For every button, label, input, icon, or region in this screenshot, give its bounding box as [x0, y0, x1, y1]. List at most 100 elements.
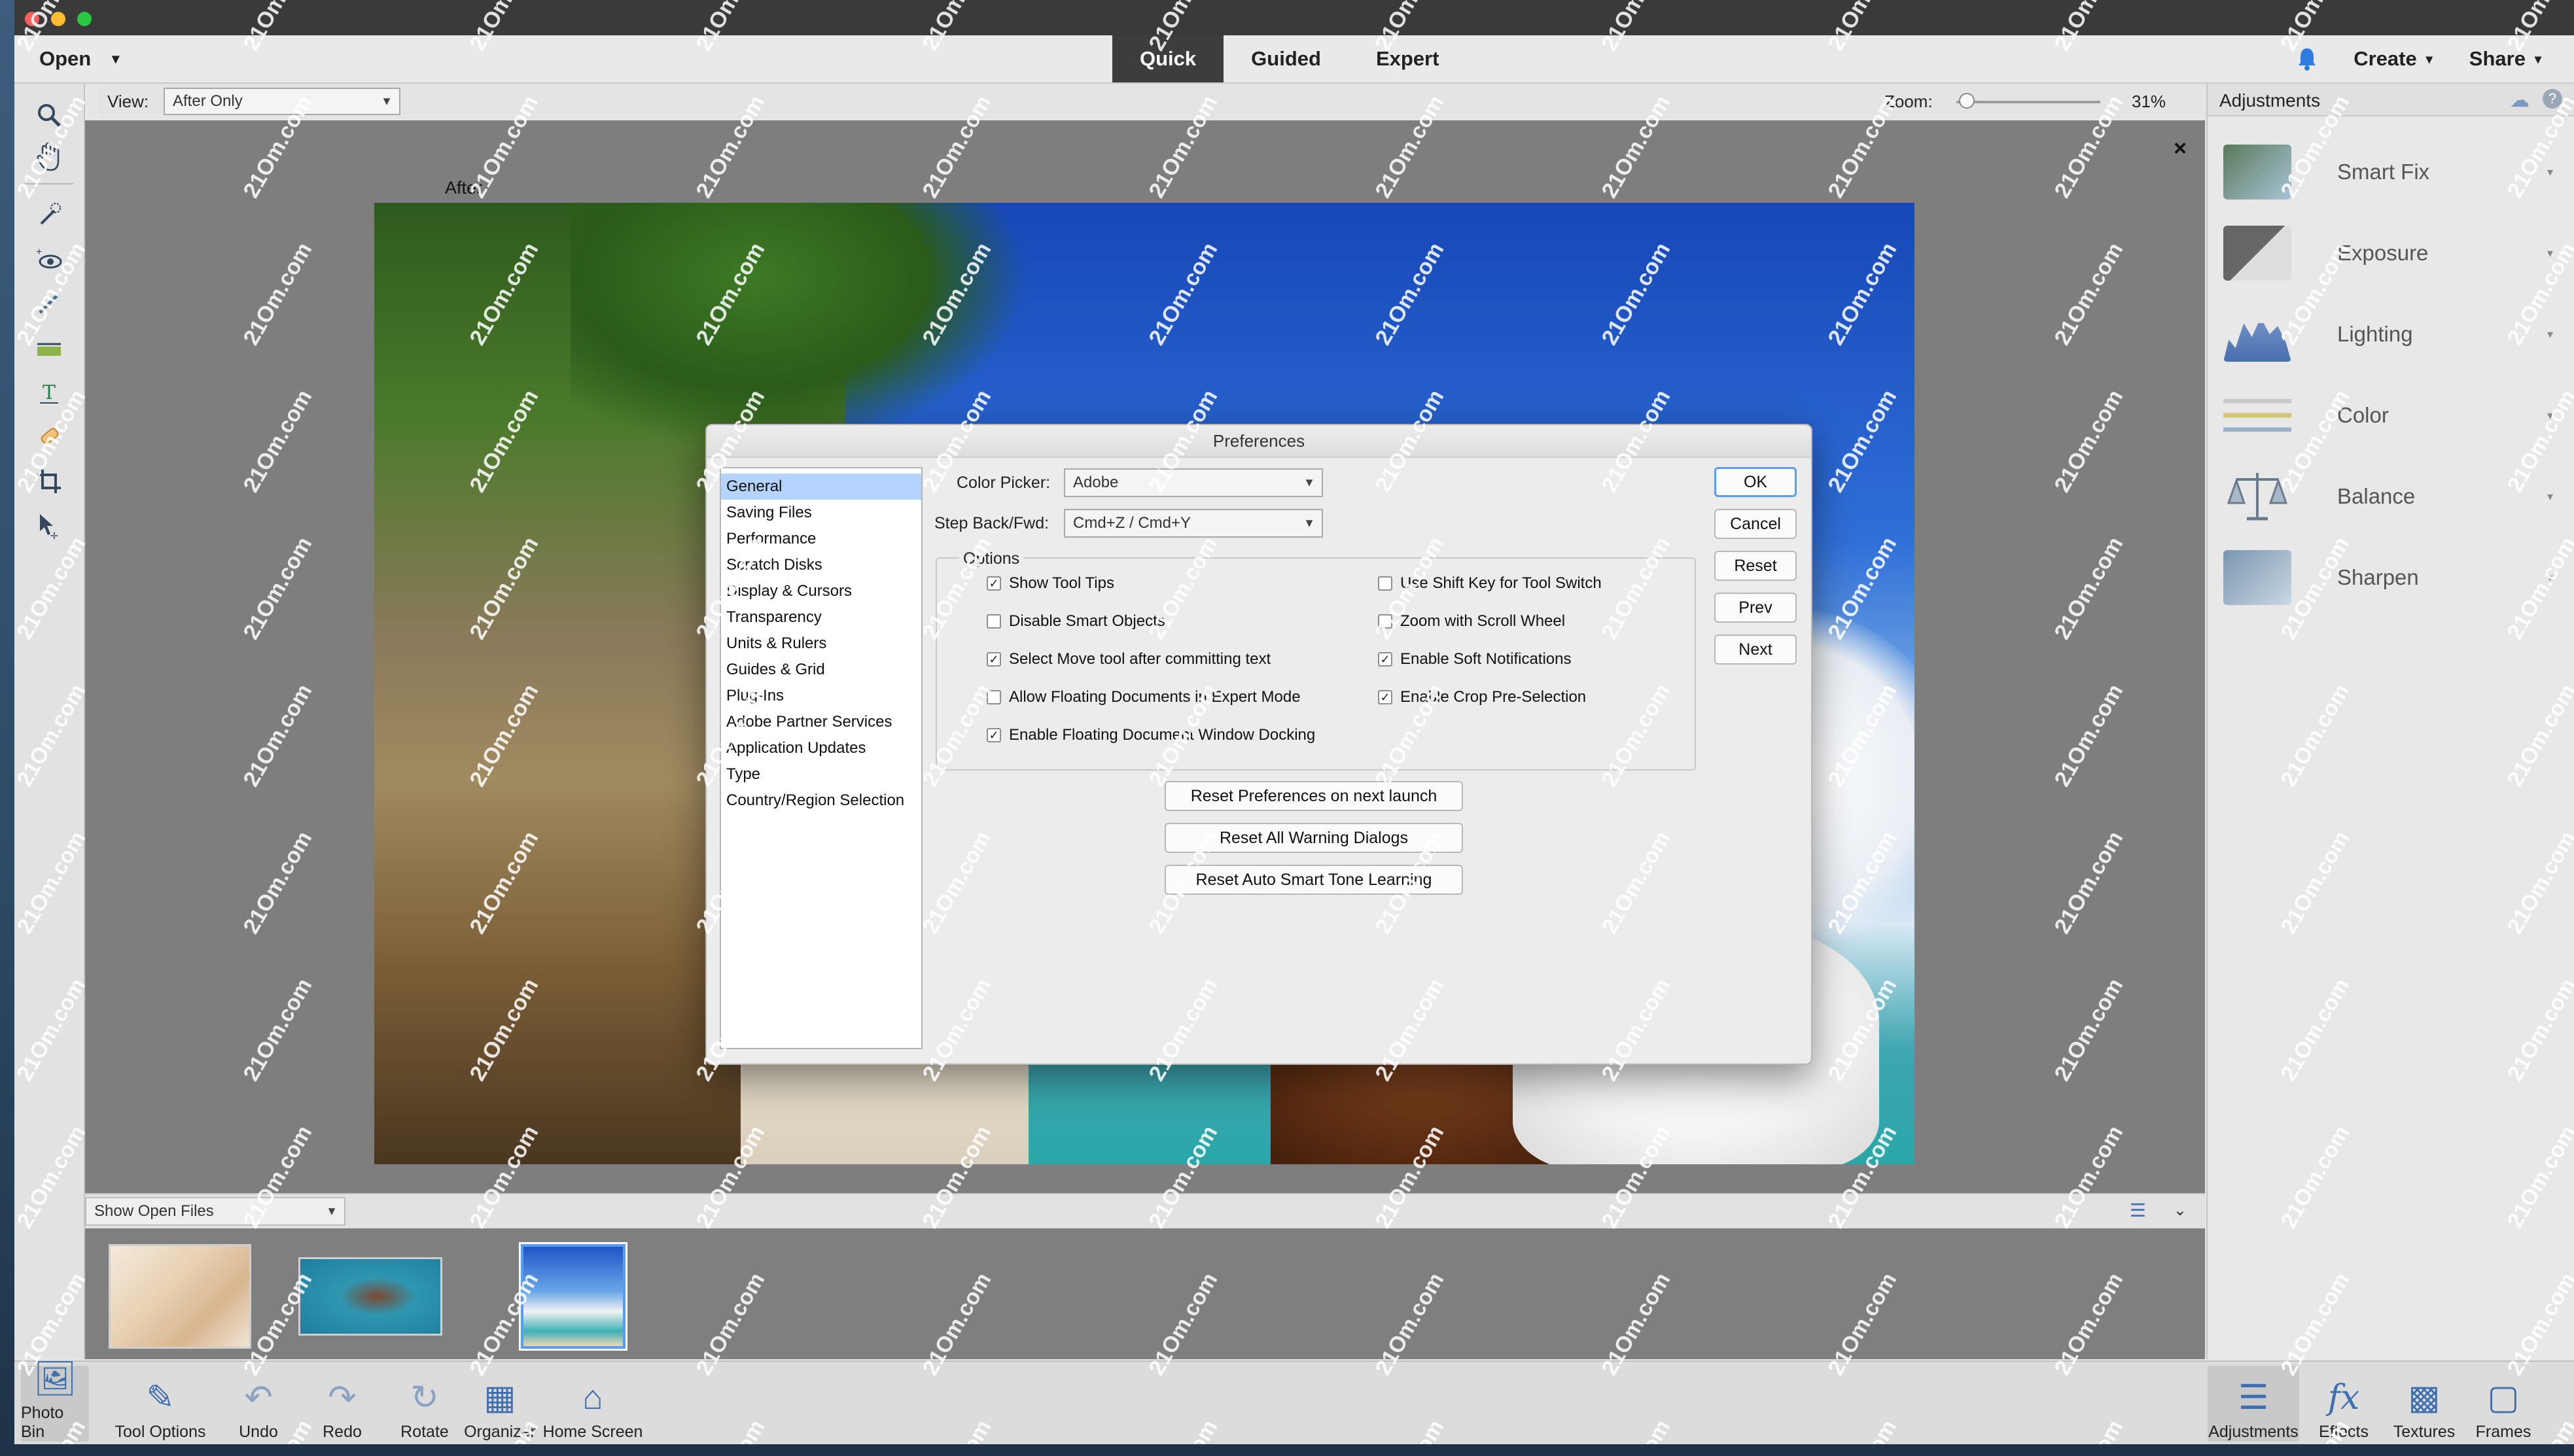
- adjustment-label: Exposure: [2337, 241, 2429, 265]
- checkbox[interactable]: [1378, 576, 1392, 591]
- move-tool-icon[interactable]: ✛: [29, 508, 69, 544]
- category-application-updates[interactable]: Application Updates: [721, 735, 921, 761]
- notification-bell-icon[interactable]: [2297, 47, 2317, 71]
- adjustments-button[interactable]: ☰ Adjustments: [2208, 1366, 2299, 1442]
- cancel-button[interactable]: Cancel: [1714, 509, 1797, 539]
- thumbnail-pool[interactable]: [298, 1257, 442, 1336]
- category-general[interactable]: General: [721, 474, 921, 500]
- checkbox[interactable]: ✓: [987, 576, 1001, 591]
- checkbox[interactable]: ✓: [987, 728, 1001, 742]
- option-crop-pre-selection[interactable]: ✓ Enable Crop Pre-Selection: [1378, 688, 1586, 706]
- adjustment-lighting[interactable]: Lighting ▾: [2223, 298, 2564, 370]
- adjustment-balance[interactable]: Balance ▾: [2223, 460, 2564, 532]
- open-button[interactable]: Open ▾: [39, 44, 119, 73]
- category-performance[interactable]: Performance: [721, 526, 921, 552]
- view-select[interactable]: After Only ▼: [164, 88, 400, 115]
- textures-button[interactable]: ▩ Textures: [2389, 1366, 2459, 1442]
- maximize-window-button[interactable]: [77, 12, 92, 26]
- zoom-tool-icon[interactable]: [29, 97, 69, 133]
- option-enable-floating-docking[interactable]: ✓ Enable Floating Document Window Dockin…: [987, 726, 1315, 744]
- share-button[interactable]: Share ▾: [2469, 47, 2541, 71]
- prev-button[interactable]: Prev: [1714, 593, 1797, 623]
- next-button[interactable]: Next: [1714, 634, 1797, 665]
- effects-button[interactable]: fx Effects: [2314, 1366, 2374, 1442]
- zoom-slider[interactable]: [1956, 93, 2100, 109]
- category-display-cursors[interactable]: Display & Cursors: [721, 578, 921, 604]
- adjustment-exposure[interactable]: Exposure ▾: [2223, 217, 2564, 289]
- frames-button[interactable]: ▢ Frames: [2472, 1366, 2535, 1442]
- category-transparency[interactable]: Transparency: [721, 604, 921, 631]
- adjustment-sharpen[interactable]: Sharpen ▾: [2223, 542, 2564, 614]
- red-eye-tool-icon[interactable]: +: [29, 241, 69, 277]
- color-picker-select[interactable]: Adobe ▼: [1064, 468, 1323, 497]
- type-tool-icon[interactable]: T: [29, 374, 69, 411]
- reset-warning-dialogs-button[interactable]: Reset All Warning Dialogs: [1165, 823, 1463, 853]
- help-icon[interactable]: ?: [2543, 89, 2562, 109]
- option-soft-notifications[interactable]: ✓ Enable Soft Notifications: [1378, 650, 1571, 668]
- button-label: Effects: [2319, 1423, 2369, 1441]
- canvas-area: After × Preferences General Saving Files…: [85, 120, 2205, 1193]
- color-icon: [2223, 388, 2291, 443]
- category-units-rulers[interactable]: Units & Rulers: [721, 631, 921, 657]
- chevron-down-icon: ▾: [2547, 246, 2553, 260]
- chevron-down-icon[interactable]: ⌄: [2174, 1201, 2187, 1220]
- show-open-files-value: Show Open Files: [94, 1202, 214, 1220]
- quick-selection-tool-icon[interactable]: [29, 196, 69, 233]
- option-zoom-scroll-wheel[interactable]: Zoom with Scroll Wheel: [1378, 612, 1565, 631]
- crop-tool-icon[interactable]: [29, 463, 69, 500]
- category-adobe-partner-services[interactable]: Adobe Partner Services: [721, 709, 921, 735]
- checkbox[interactable]: ✓: [1378, 690, 1392, 704]
- redo-button[interactable]: ↷ Redo: [314, 1366, 370, 1442]
- thumbnail-beach-selected[interactable]: [519, 1242, 627, 1351]
- category-type[interactable]: Type: [721, 761, 921, 788]
- option-disable-smart-objects[interactable]: Disable Smart Objects: [987, 612, 1165, 631]
- checkbox[interactable]: ✓: [1378, 652, 1392, 667]
- straighten-tool-icon[interactable]: [29, 330, 69, 366]
- close-window-button[interactable]: [25, 12, 39, 26]
- checkbox[interactable]: [987, 614, 1001, 629]
- checkbox[interactable]: [1378, 614, 1392, 629]
- checkbox[interactable]: ✓: [987, 652, 1001, 667]
- step-back-fwd-label: Step Back/Fwd:: [934, 514, 1049, 532]
- ok-button[interactable]: OK: [1714, 467, 1797, 497]
- category-saving-files[interactable]: Saving Files: [721, 500, 921, 526]
- option-select-move-tool[interactable]: ✓ Select Move tool after committing text: [987, 650, 1271, 668]
- thumbnail-portrait[interactable]: [109, 1244, 251, 1349]
- spot-healing-tool-icon[interactable]: [29, 419, 69, 455]
- adjustment-color[interactable]: Color ▾: [2223, 379, 2564, 451]
- reset-preferences-button[interactable]: Reset Preferences on next launch: [1165, 781, 1463, 811]
- tab-quick[interactable]: Quick: [1112, 35, 1224, 82]
- bin-options-icon[interactable]: ☰: [2130, 1200, 2146, 1221]
- tool-options-button[interactable]: ✎ Tool Options: [111, 1366, 209, 1442]
- organizer-button[interactable]: ▦ Organizer: [457, 1366, 543, 1442]
- after-label: After: [445, 178, 483, 198]
- step-back-fwd-select[interactable]: Cmd+Z / Cmd+Y ▼: [1064, 509, 1323, 538]
- cloud-icon[interactable]: ☁: [2510, 89, 2530, 112]
- category-country-region[interactable]: Country/Region Selection: [721, 788, 921, 814]
- option-shift-key-tool-switch[interactable]: Use Shift Key for Tool Switch: [1378, 574, 1602, 593]
- show-open-files-select[interactable]: Show Open Files ▼: [85, 1197, 345, 1226]
- close-icon[interactable]: ×: [2174, 136, 2187, 162]
- option-allow-floating-documents[interactable]: Allow Floating Documents in Expert Mode: [987, 688, 1301, 706]
- hand-tool-icon[interactable]: [29, 139, 69, 175]
- reset-button[interactable]: Reset: [1714, 551, 1797, 581]
- category-plug-ins[interactable]: Plug-Ins: [721, 683, 921, 709]
- category-guides-grid[interactable]: Guides & Grid: [721, 657, 921, 683]
- adjustment-smart-fix[interactable]: Smart Fix ▾: [2223, 136, 2564, 208]
- option-show-tool-tips[interactable]: ✓ Show Tool Tips: [987, 574, 1114, 593]
- tab-guided[interactable]: Guided: [1224, 35, 1349, 82]
- tab-expert[interactable]: Expert: [1349, 35, 1466, 82]
- category-scratch-disks[interactable]: Scratch Disks: [721, 552, 921, 578]
- preferences-category-list: General Saving Files Performance Scratch…: [720, 467, 923, 1049]
- undo-button[interactable]: ↶ Undo: [230, 1366, 287, 1442]
- create-button[interactable]: Create ▾: [2354, 47, 2433, 71]
- whiten-teeth-tool-icon[interactable]: [29, 285, 69, 322]
- reset-smart-tone-button[interactable]: Reset Auto Smart Tone Learning: [1165, 865, 1463, 895]
- home-screen-button[interactable]: ⌂ Home Screen: [538, 1366, 648, 1442]
- minimize-window-button[interactable]: [51, 12, 65, 26]
- zoom-slider-thumb[interactable]: [1959, 93, 1975, 109]
- checkbox[interactable]: [987, 690, 1001, 704]
- photo-bin-button[interactable]: 🖼 Photo Bin: [21, 1360, 89, 1442]
- rotate-button[interactable]: ↻ Rotate: [389, 1366, 461, 1442]
- option-label: Disable Smart Objects: [1009, 612, 1165, 630]
